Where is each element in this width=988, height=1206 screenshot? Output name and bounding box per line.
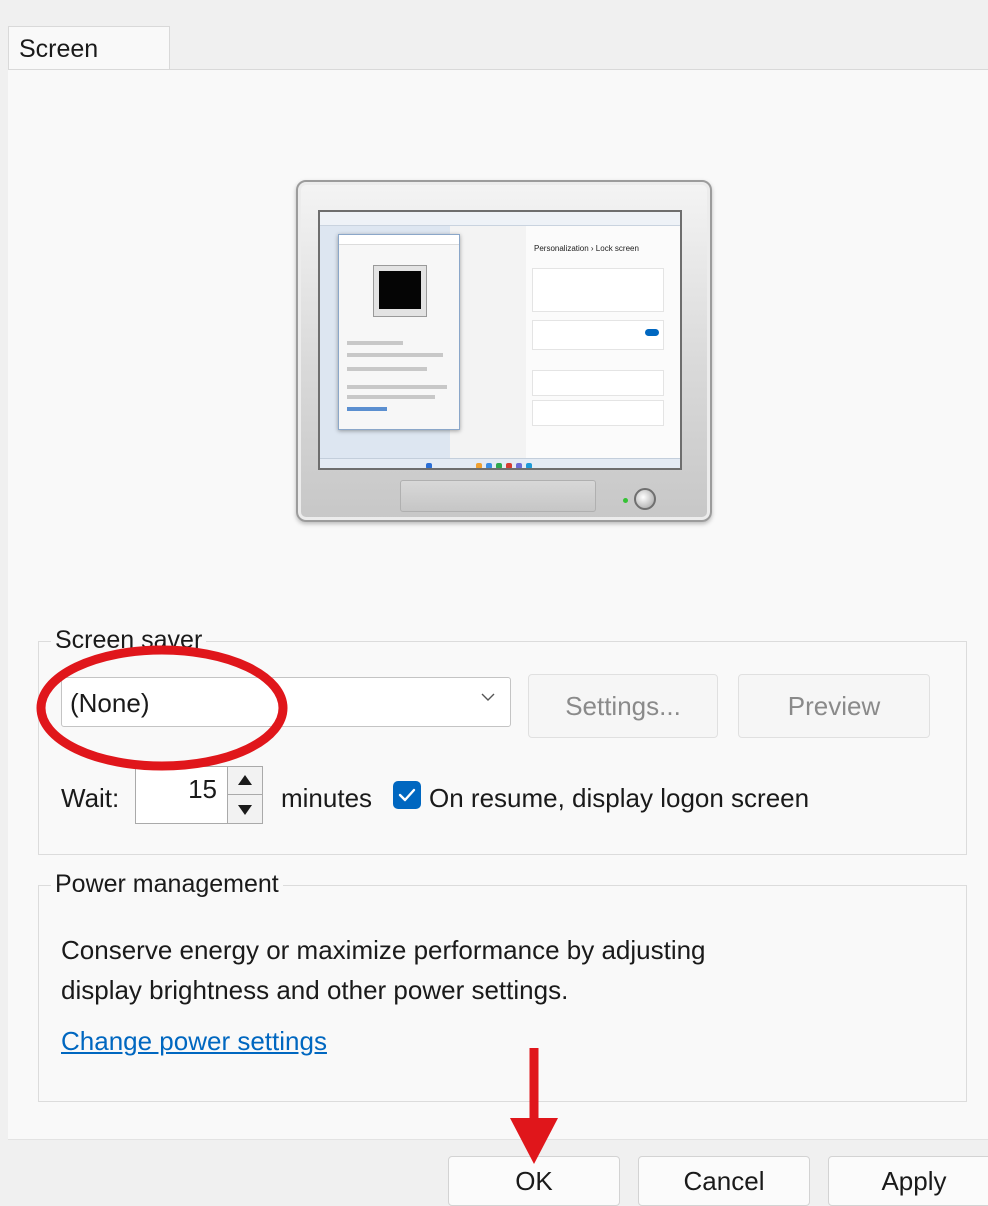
- tab-screen-saver[interactable]: Screen Saver: [8, 26, 170, 107]
- monitor-preview-icon: Personalization › Lock screen: [296, 180, 712, 522]
- preview-card: [532, 370, 664, 396]
- preview-card: [532, 268, 664, 312]
- wait-minutes-input[interactable]: 15: [135, 766, 227, 824]
- preview-desktop: Personalization › Lock screen: [320, 212, 680, 458]
- spin-up-icon: [238, 775, 252, 785]
- preview-line: [347, 367, 427, 371]
- preview-taskbar-icon: [426, 463, 432, 468]
- checkmark-icon: [398, 788, 416, 802]
- preview-taskbar: [320, 458, 680, 468]
- resume-logon-label[interactable]: On resume, display logon screen: [429, 782, 809, 814]
- change-power-settings-link[interactable]: Change power settings: [61, 1026, 327, 1057]
- resume-logon-checkbox[interactable]: [393, 781, 421, 809]
- spin-up-button[interactable]: [228, 767, 262, 795]
- preview-card: [532, 320, 664, 350]
- preview-line: [347, 407, 387, 411]
- preview-taskbar-icon: [506, 463, 512, 468]
- preview-card: [532, 400, 664, 426]
- preview-taskbar-icon: [516, 463, 522, 468]
- preview-toggle-icon: [645, 329, 659, 336]
- power-description-line: display brightness and other power setti…: [61, 975, 569, 1005]
- wait-spinner: [227, 766, 263, 824]
- preview-taskbar-icon: [496, 463, 502, 468]
- screen-saver-select[interactable]: (None): [61, 677, 511, 727]
- power-led-icon: [623, 498, 628, 503]
- preview-settings-sidebar: [450, 226, 526, 458]
- screen-saver-legend: Screen saver: [51, 624, 207, 656]
- ok-button[interactable]: OK: [448, 1156, 620, 1206]
- preview-settings-window: Personalization › Lock screen: [450, 226, 680, 458]
- preview-taskbar-icon: [526, 463, 532, 468]
- power-description-line: Conserve energy or maximize performance …: [61, 935, 706, 965]
- power-management-group: Power management Conserve energy or maxi…: [38, 868, 967, 1102]
- settings-button[interactable]: Settings...: [528, 674, 718, 738]
- preview-mini-dialog: [338, 234, 460, 430]
- wait-label: Wait:: [61, 783, 120, 813]
- tab-bar: Screen Saver: [0, 0, 988, 107]
- preview-taskbar-icon: [486, 463, 492, 468]
- apply-button[interactable]: Apply: [828, 1156, 988, 1206]
- preview-button[interactable]: Preview: [738, 674, 930, 738]
- preview-line: [347, 385, 447, 389]
- power-knob-icon: [634, 488, 656, 510]
- minutes-label: minutes: [281, 783, 373, 813]
- screen-saver-group: Screen saver (None) Settings... Preview …: [38, 624, 967, 855]
- screen-saver-selected-value: (None): [70, 688, 150, 718]
- power-management-legend: Power management: [51, 868, 283, 900]
- preview-line: [347, 353, 443, 357]
- spin-down-icon: [238, 805, 252, 815]
- preview-mini-monitor-icon: [373, 265, 427, 317]
- spin-down-button[interactable]: [228, 795, 262, 823]
- preview-mini-dialog-title: [339, 235, 459, 245]
- preview-window-bar: [320, 212, 680, 226]
- cancel-button[interactable]: Cancel: [638, 1156, 810, 1206]
- preview-settings-title: Personalization › Lock screen: [534, 244, 639, 253]
- monitor-stand: [400, 480, 596, 512]
- monitor-screen: Personalization › Lock screen: [318, 210, 682, 470]
- preview-line: [347, 395, 435, 399]
- preview-taskbar-icon: [476, 463, 482, 468]
- preview-line: [347, 341, 403, 345]
- chevron-down-icon: [481, 693, 495, 701]
- power-management-description: Conserve energy or maximize performance …: [61, 930, 901, 1010]
